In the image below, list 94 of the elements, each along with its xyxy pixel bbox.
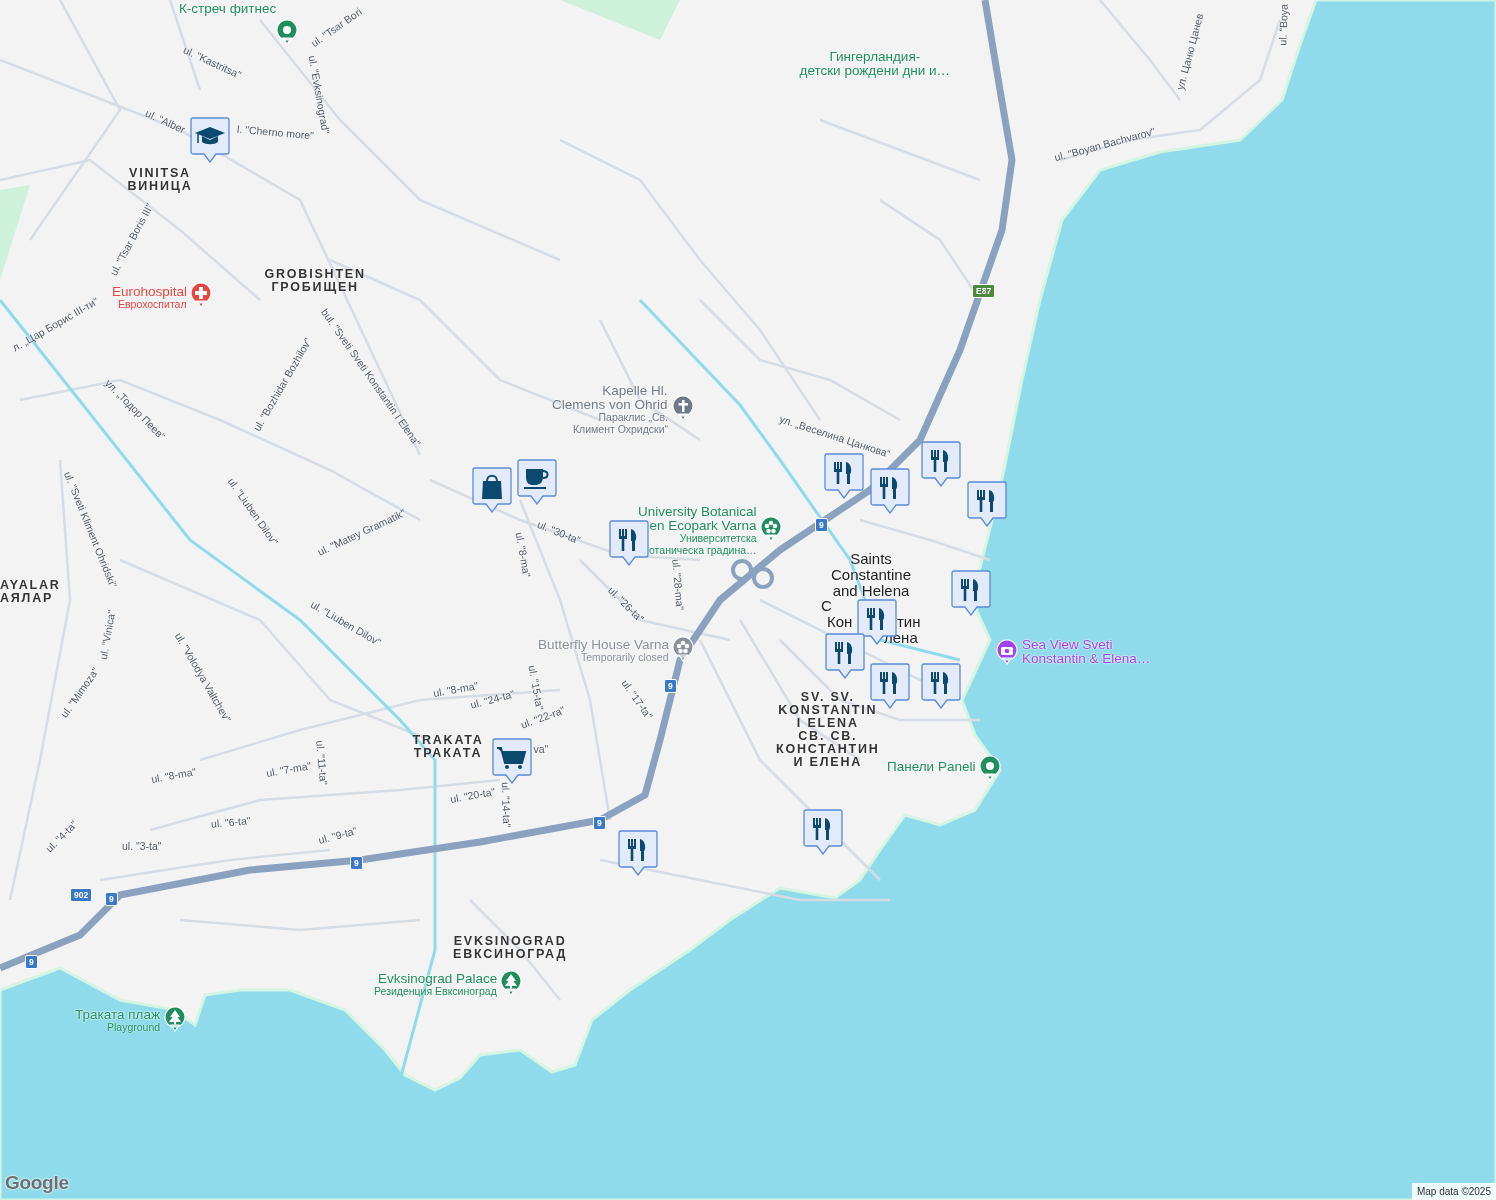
street-name: ul. "11-ta" (313, 740, 329, 786)
grocery-marker[interactable] (492, 738, 532, 784)
restaurant-marker[interactable] (825, 633, 865, 679)
location-pin-icon[interactable] (276, 19, 298, 45)
restaurant-marker[interactable] (921, 663, 961, 709)
medical-cross-pin-icon[interactable] (190, 282, 212, 308)
fork-knife-icon (813, 817, 831, 840)
street-name: ул. Цаню Цанев (1174, 12, 1206, 92)
place-name[interactable]: Гингерландия- детски рождени дни и… (799, 50, 951, 79)
graduation-cap-icon (195, 127, 225, 145)
street-name: ul. "28-ma" (669, 558, 686, 611)
fork-knife-icon (961, 578, 979, 601)
area-label: EVKSINOGRAD ЕВКСИНОГРАД (453, 935, 568, 962)
street-name: ul. "Tsar Boris III" (108, 201, 156, 278)
street-name: ul. "6-ta" (210, 815, 251, 831)
area-label: TRAKATA ТРАКАТА (412, 734, 484, 761)
area-label: VINITSA ВИНИЦА (127, 167, 193, 194)
school-marker[interactable] (190, 117, 230, 163)
place-name[interactable]: Sea View Sveti Konstantin & Elena… (1022, 638, 1151, 667)
place-subtitle: Резиденция Евксиноград (374, 986, 497, 998)
shopping-bag-icon (482, 474, 502, 499)
map-logo[interactable]: Google (5, 1168, 69, 1197)
city-label-fragment: С (821, 598, 832, 615)
route-number-sign: 902 (70, 888, 93, 902)
fork-knife-icon (977, 489, 995, 512)
place-name[interactable]: Eurohospital (112, 285, 188, 300)
route-number-sign: E87 (972, 284, 996, 298)
roundabout-drawing (731, 559, 774, 589)
street-name: va" (533, 744, 549, 756)
city-label-fragment: тин (897, 614, 921, 631)
shop-marker[interactable] (472, 467, 512, 513)
map-attribution[interactable]: Map data ©2025 (1411, 1183, 1496, 1200)
street-name: ul. "30-ta" (535, 518, 582, 547)
street-name: ul. "7-ma" (264, 760, 312, 780)
street-name: ul. "14-ta" (498, 781, 512, 828)
place-subtitle: Параклис „Св. Климент Охридски“ (573, 412, 669, 436)
fork-knife-icon (880, 476, 898, 499)
place-name[interactable]: Butterfly House Varna (538, 638, 670, 653)
area-label: SV. SV. KONSTANTIN I ELENA СВ. СВ. КОНСТАНТИН И ЕЛЕНА (776, 690, 880, 770)
restaurant-marker[interactable] (870, 468, 910, 514)
fork-knife-icon (834, 461, 852, 484)
street-name: l. "Cherno more" (236, 123, 314, 142)
restaurant-marker[interactable] (921, 441, 961, 487)
route-number-sign: 9 (593, 816, 606, 830)
place-name[interactable]: Evksinograd Palace (378, 972, 498, 987)
fork-knife-icon (931, 449, 949, 472)
shopping-cart-icon (496, 747, 527, 769)
route-number-sign: 9 (350, 856, 363, 870)
camera-pin-icon[interactable] (996, 639, 1018, 665)
fork-knife-icon (628, 838, 646, 861)
fork-knife-icon (835, 641, 853, 664)
cup-icon (524, 469, 549, 489)
cafe-marker[interactable] (517, 459, 557, 505)
tree-pin-icon[interactable] (164, 1006, 186, 1032)
street-name: ul. "20-ta" (448, 786, 496, 806)
place-subtitle: Университетска отаническа градина… (649, 533, 757, 557)
route-number-sign: 9 (815, 518, 828, 532)
route-number-sign: 9 (664, 679, 677, 693)
restaurant-marker[interactable] (803, 809, 843, 855)
route-number-sign: 9 (25, 955, 38, 969)
city-label: Saints Constantine and Helena (831, 551, 912, 600)
fork-knife-icon (619, 528, 637, 551)
street-name: ul. "8-ma" (149, 766, 197, 786)
area-label: GROBISHTEN ГРОБИЩЕН (264, 268, 366, 295)
restaurant-marker[interactable] (951, 570, 991, 616)
street-name: ul. "3-ta" (122, 841, 162, 853)
cross-pin-icon[interactable] (672, 395, 694, 421)
place-name[interactable]: Траката плаж (75, 1008, 160, 1023)
street-name: ul. "Boya (1277, 3, 1291, 46)
area-label: AYALAR АЯЛАР (0, 579, 61, 606)
flower-pin-icon[interactable] (672, 636, 694, 662)
flower-pin-icon[interactable] (760, 516, 782, 542)
street-name: ul. "Tsar Bori (308, 6, 364, 50)
restaurant-marker[interactable] (618, 830, 658, 876)
city-label-fragment: Кон (827, 614, 853, 631)
restaurant-marker[interactable] (967, 481, 1007, 527)
place-subtitle: Playground (107, 1022, 161, 1034)
place-name[interactable]: К-стреч фитнес (179, 2, 277, 17)
location-pin-icon[interactable] (979, 755, 1001, 781)
street-name: ul. "8-ma" (512, 531, 532, 579)
place-subtitle: Temporarily closed (581, 652, 669, 664)
street-name: ul. "Vinica" (97, 609, 118, 661)
fork-knife-icon (880, 671, 898, 694)
restaurant-marker[interactable] (609, 520, 649, 566)
place-name[interactable]: Kapelle Hl. Clemens von Ohrid (552, 384, 668, 413)
fork-knife-icon (867, 607, 885, 630)
street-name: ul. "9-ta" (317, 825, 359, 847)
street-name: ul. "8-ma" (431, 680, 479, 699)
place-name[interactable]: Панели Paneli (887, 760, 976, 775)
fork-knife-icon (931, 671, 949, 694)
place-subtitle: Еврохоспитал (118, 299, 187, 311)
tree-pin-icon[interactable] (500, 970, 522, 996)
route-number-sign: 9 (105, 892, 118, 906)
place-name[interactable]: University Botanical en Ecopark Varna (638, 505, 757, 534)
